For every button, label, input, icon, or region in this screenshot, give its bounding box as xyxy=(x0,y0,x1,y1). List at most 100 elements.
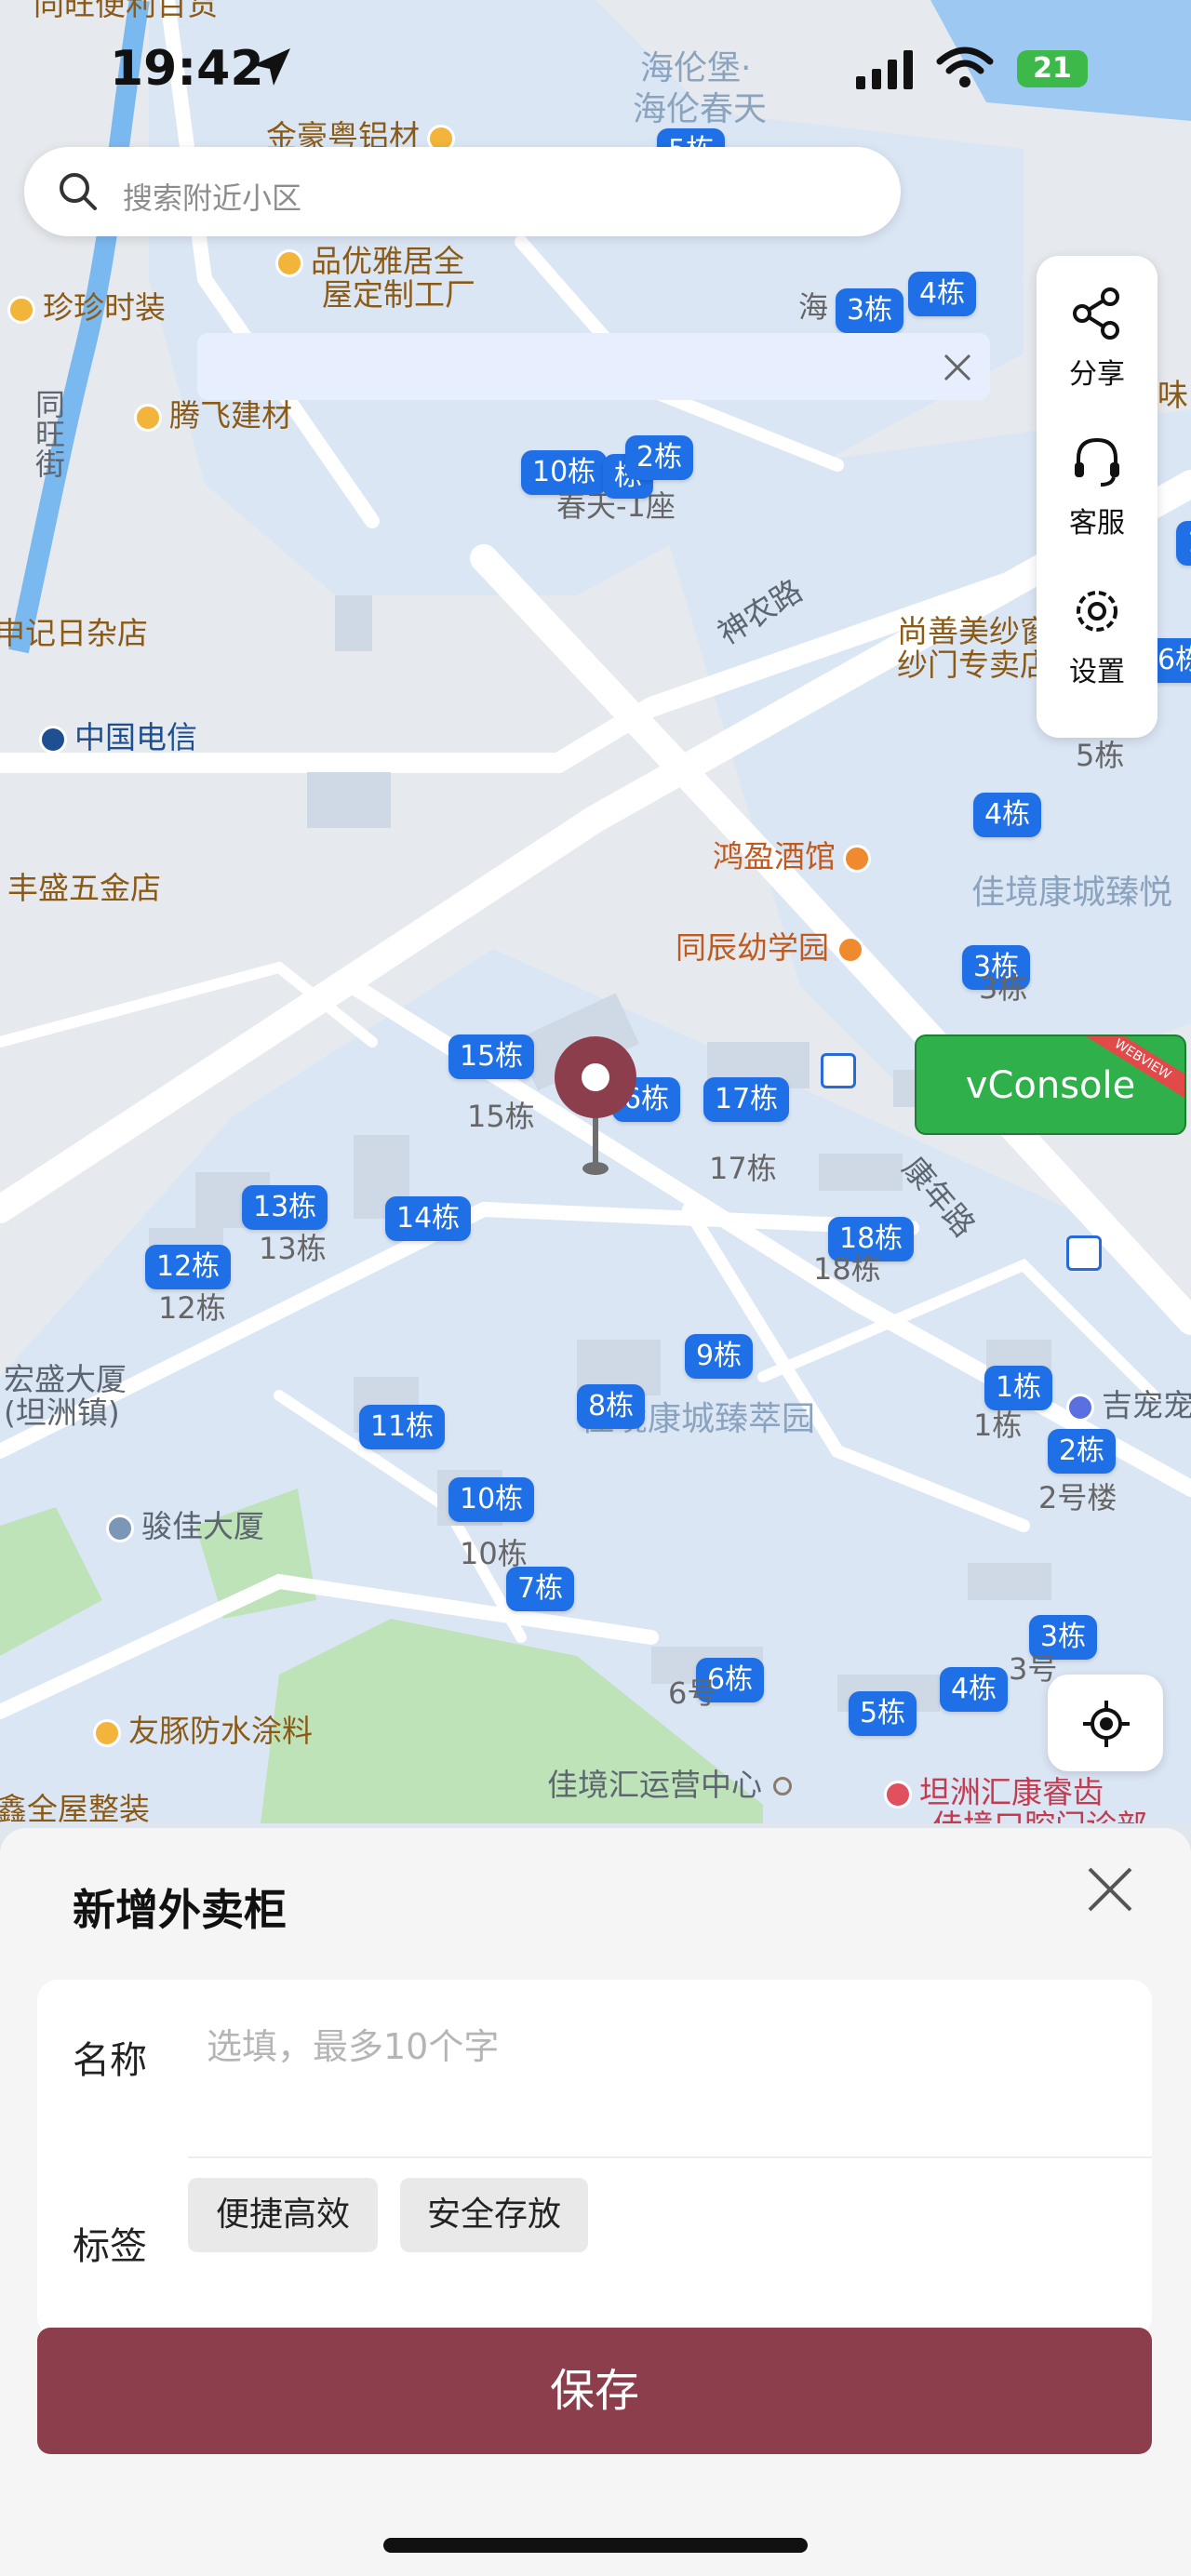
building-marker[interactable]: 5栋 xyxy=(849,1691,917,1736)
poi-label[interactable]: 鑫全屋整装 xyxy=(0,1794,150,1823)
close-icon[interactable] xyxy=(942,352,973,383)
poi-name: 骏佳大厦 xyxy=(141,1508,264,1544)
form-card: 名称 标签 xyxy=(37,1980,1152,2337)
name-input[interactable] xyxy=(207,2026,1044,2067)
building-marker[interactable]: 8栋 xyxy=(577,1384,646,1429)
poi-label[interactable]: 丰盛五金店 xyxy=(7,873,161,903)
building-marker[interactable]: 4栋 xyxy=(973,793,1042,837)
building-label: 2号楼 xyxy=(1038,1480,1117,1515)
poi-label[interactable]: 骏佳大厦 xyxy=(106,1511,264,1542)
wifi-icon xyxy=(936,47,994,87)
building-marker[interactable]: 2栋 xyxy=(625,435,694,480)
add-locker-sheet: 新增外卖柜 名称 标签 便捷高效 安全存放 xyxy=(0,1828,1191,2576)
poi-label[interactable]: 宏盛大厦 xyxy=(4,1364,127,1395)
cellular-signal-icon xyxy=(856,50,913,89)
building-icon xyxy=(106,1514,134,1542)
poi-label[interactable]: 味 xyxy=(1158,380,1188,410)
bus-stop-icon[interactable] xyxy=(1066,1235,1102,1271)
building-marker[interactable]: 14栋 xyxy=(385,1196,472,1241)
status-time: 19:42 xyxy=(110,41,264,97)
poi-label[interactable]: (坦洲镇) xyxy=(4,1397,120,1428)
poi-label[interactable]: 同辰幼学园 xyxy=(676,932,872,964)
map-view[interactable]: 同旺便利百货 金豪粤铝材 海伦堡· 海伦春天 品优雅居全 屋定制工厂 珍珍时装 … xyxy=(0,0,1191,1823)
gear-icon xyxy=(1077,591,1117,632)
building-marker[interactable]: 17栋 xyxy=(703,1077,790,1122)
bus-stop-icon[interactable] xyxy=(821,1053,856,1088)
headset-icon xyxy=(1075,437,1119,487)
save-button[interactable]: 保存 xyxy=(37,2328,1152,2454)
poi-label[interactable]: 佳境口腔门诊部 xyxy=(932,1810,1147,1823)
building-marker[interactable]: 4栋 xyxy=(908,272,977,316)
poi-label[interactable]: 尚善美纱窗 xyxy=(897,616,1050,647)
building-label: 13栋 xyxy=(259,1231,327,1266)
poi-name: 珍珍时装 xyxy=(43,289,166,326)
pet-icon xyxy=(1066,1393,1094,1421)
poi-name: 友豚防水涂料 xyxy=(128,1713,313,1749)
customer-service-button[interactable]: 客服 xyxy=(1037,434,1158,541)
poi-label[interactable]: 申记日杂店 xyxy=(0,618,148,648)
building-marker[interactable]: 2栋 xyxy=(1048,1429,1117,1474)
poi-name: 坦洲汇康睿齿 xyxy=(919,1774,1104,1810)
poi-label[interactable]: 珍珍时装 xyxy=(7,292,166,324)
building-label: 12栋 xyxy=(158,1290,226,1326)
settings-button[interactable]: 设置 xyxy=(1037,583,1158,689)
share-icon xyxy=(1073,287,1119,340)
shop-icon xyxy=(7,295,35,324)
locate-me-button[interactable] xyxy=(1048,1675,1163,1771)
building-marker[interactable]: 3栋 xyxy=(836,288,904,333)
poi-label[interactable]: 佳境汇运营中心 xyxy=(547,1769,792,1800)
tag-chip[interactable]: 便捷高效 xyxy=(188,2178,378,2252)
share-button[interactable]: 分享 xyxy=(1037,286,1158,392)
building-marker[interactable]: 1 xyxy=(1176,521,1191,566)
poi-name: 鸿盈酒馆 xyxy=(713,838,836,874)
search-bar[interactable]: 搜索附近小区 xyxy=(24,147,901,236)
home-indicator xyxy=(383,2538,808,2553)
building-label: 1栋 xyxy=(973,1408,1023,1443)
building-label: 10栋 xyxy=(460,1536,528,1571)
poi-name: 腾飞建材 xyxy=(169,397,292,434)
road-label: 同旺街 xyxy=(31,389,66,478)
tags-field-label: 标签 xyxy=(73,2225,147,2268)
poi-name: 同辰幼学园 xyxy=(676,929,829,966)
poi-label[interactable]: 坦洲汇康睿齿 xyxy=(884,1777,1104,1809)
tag-chip[interactable]: 安全存放 xyxy=(400,2178,588,2252)
poi-label[interactable]: 屋定制工厂 xyxy=(322,279,475,310)
building-marker[interactable]: 12栋 xyxy=(145,1245,232,1289)
building-marker[interactable]: 9栋 xyxy=(685,1334,754,1379)
shop-icon xyxy=(275,248,303,277)
poi-label[interactable]: 吉宠宠 xyxy=(1066,1390,1191,1421)
poi-label[interactable]: 友豚防水涂料 xyxy=(93,1715,313,1747)
battery-indicator: 21 xyxy=(1017,50,1088,87)
close-icon[interactable] xyxy=(1084,1863,1136,1915)
search-icon xyxy=(60,173,97,210)
building-marker[interactable]: 1栋 xyxy=(984,1366,1053,1410)
vconsole-button[interactable]: vConsole WEBVIEW xyxy=(915,1034,1186,1135)
map-background xyxy=(0,0,1191,1823)
location-arrow-icon xyxy=(253,48,290,86)
school-icon xyxy=(836,935,864,964)
share-label: 分享 xyxy=(1069,358,1125,391)
sheet-title: 新增外卖柜 xyxy=(73,1885,287,1935)
poi-label[interactable]: 纱门专卖店 xyxy=(897,649,1050,680)
poi-label[interactable]: 品优雅居全 xyxy=(275,246,464,277)
building-marker[interactable]: 4栋 xyxy=(940,1667,1009,1712)
crosshair-icon xyxy=(1083,1701,1130,1747)
shop-icon xyxy=(93,1718,121,1747)
building-marker[interactable]: 10栋 xyxy=(448,1477,535,1522)
notice-banner xyxy=(197,333,990,400)
building-marker[interactable]: 15栋 xyxy=(448,1034,535,1079)
search-placeholder: 搜索附近小区 xyxy=(123,180,302,216)
building-marker[interactable]: 7栋 xyxy=(506,1567,575,1611)
poi-name: 佳境汇运营中心 xyxy=(547,1767,762,1803)
building-marker[interactable]: 11栋 xyxy=(359,1405,446,1449)
poi-name: 中国电信 xyxy=(74,719,197,755)
area-label: 佳境康城臻悦 xyxy=(971,874,1173,912)
building-marker[interactable]: 10栋 xyxy=(521,450,608,495)
location-pin-icon[interactable] xyxy=(553,1036,638,1176)
poi-label[interactable]: 中国电信 xyxy=(39,722,197,754)
building-marker[interactable]: 13栋 xyxy=(242,1185,328,1230)
poi-name: 吉宠宠 xyxy=(1102,1387,1191,1423)
map-action-panel: 分享 客服 设置 xyxy=(1037,256,1158,738)
poi-label[interactable]: 鸿盈酒馆 xyxy=(713,841,878,873)
poi-label[interactable]: 腾飞建材 xyxy=(134,400,292,432)
